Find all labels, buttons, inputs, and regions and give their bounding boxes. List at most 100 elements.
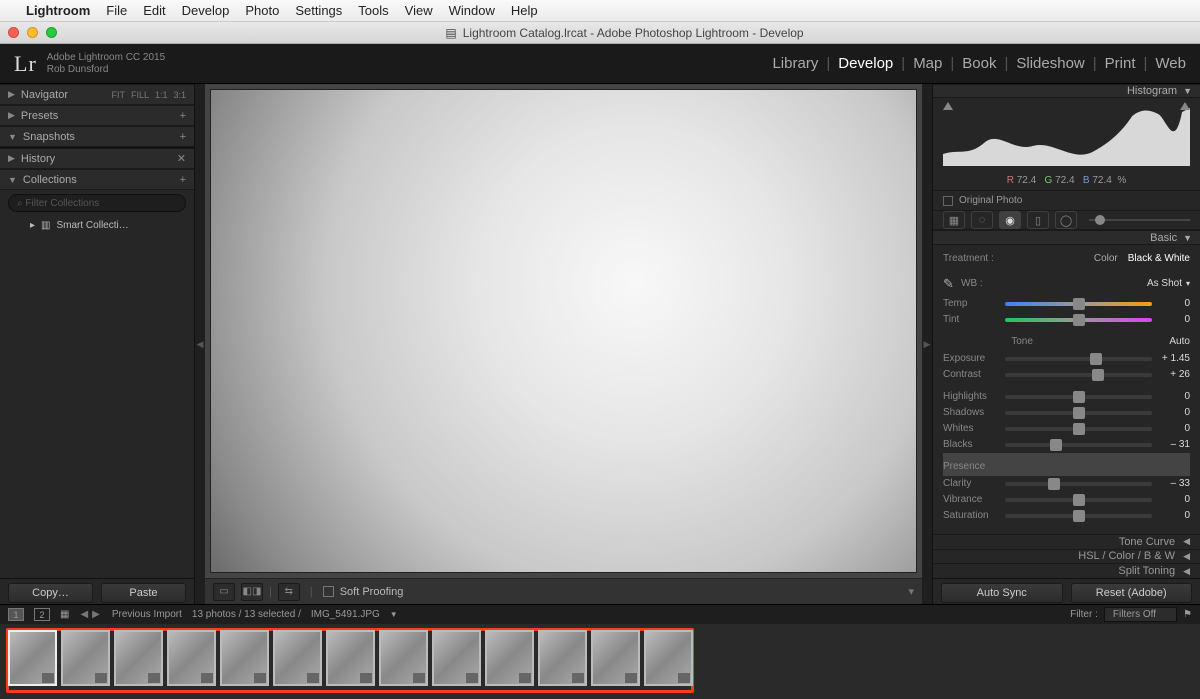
vibrance-slider[interactable]: Vibrance0 (943, 492, 1190, 508)
clarity-slider[interactable]: Clarity– 33 (943, 476, 1190, 492)
thumbnail[interactable] (538, 630, 587, 686)
toolbar-chevron-icon[interactable]: ▾ (908, 585, 914, 598)
basic-header[interactable]: Basic ▼ (933, 230, 1200, 244)
auto-tone-button[interactable]: Auto (1169, 336, 1190, 347)
brush-size-slider[interactable] (1089, 219, 1190, 221)
thumbnail[interactable] (485, 630, 534, 686)
menu-help[interactable]: Help (511, 3, 538, 18)
secondary-screen-button[interactable]: 2 (34, 608, 50, 621)
redeye-tool-icon[interactable]: ◉ (999, 211, 1021, 229)
collections-search[interactable]: ⌕ Filter Collections (8, 194, 186, 212)
tint-slider[interactable]: Tint 0 (943, 312, 1190, 328)
paste-button[interactable]: Paste (101, 583, 186, 603)
minimize-window-icon[interactable] (27, 27, 38, 38)
thumbnail[interactable] (379, 630, 428, 686)
add-icon[interactable]: + (180, 110, 186, 122)
clear-icon[interactable]: ✕ (177, 152, 186, 165)
original-photo-checkbox[interactable] (943, 196, 953, 206)
presets-header[interactable]: ▶ Presets + (0, 105, 194, 126)
shadows-slider[interactable]: Shadows0 (943, 405, 1190, 421)
zoom-fit[interactable]: FIT (111, 90, 125, 100)
wb-preset-select[interactable]: As Shot▾ (1147, 278, 1190, 289)
image-canvas[interactable] (211, 90, 916, 572)
shadow-clip-icon[interactable] (943, 102, 953, 110)
module-library[interactable]: Library (772, 55, 818, 72)
saturation-slider[interactable]: Saturation0 (943, 508, 1190, 524)
filmstrip[interactable] (0, 624, 1200, 699)
filter-select[interactable]: Filters Off (1104, 607, 1177, 622)
history-header[interactable]: ▶ History ✕ (0, 148, 194, 169)
menu-develop[interactable]: Develop (182, 3, 230, 18)
module-map[interactable]: Map (913, 55, 942, 72)
smart-collections-item[interactable]: ▸ ▥ Smart Collecti… (0, 216, 194, 235)
auto-sync-button[interactable]: Auto Sync (941, 583, 1063, 603)
wb-eyedropper-icon[interactable]: ✎ (943, 276, 961, 292)
breadcrumb-chevron-icon[interactable]: ▼ (390, 610, 398, 619)
left-panel-toggle[interactable]: ◀ (195, 84, 205, 604)
navigator-header[interactable]: ▶ Navigator FIT FILL 1:1 3:1 (0, 84, 194, 105)
add-icon[interactable]: + (180, 174, 186, 186)
crop-tool-icon[interactable]: ▦ (943, 211, 965, 229)
zoom-3-1[interactable]: 3:1 (173, 90, 186, 100)
back-icon[interactable]: ◀ (80, 609, 88, 620)
add-icon[interactable]: + (180, 131, 186, 143)
thumbnail[interactable] (61, 630, 110, 686)
split-toning-header[interactable]: Split Toning◀ (933, 563, 1200, 578)
menu-tools[interactable]: Tools (358, 3, 388, 18)
menu-view[interactable]: View (405, 3, 433, 18)
thumbnail[interactable] (326, 630, 375, 686)
module-print[interactable]: Print (1105, 55, 1136, 72)
whites-slider[interactable]: Whites0 (943, 421, 1190, 437)
soft-proof-checkbox[interactable] (323, 586, 334, 597)
swap-before-after-icon[interactable]: ⇆ (278, 583, 300, 601)
exposure-slider[interactable]: Exposure+ 1.45 (943, 351, 1190, 367)
blacks-slider[interactable]: Blacks– 31 (943, 437, 1190, 453)
menu-file[interactable]: File (106, 3, 127, 18)
module-web[interactable]: Web (1155, 55, 1186, 72)
app-menu[interactable]: Lightroom (26, 3, 90, 18)
treatment-color[interactable]: Color (1094, 253, 1118, 264)
spot-removal-icon[interactable]: ◌ (971, 211, 993, 229)
menu-settings[interactable]: Settings (295, 3, 342, 18)
close-window-icon[interactable] (8, 27, 19, 38)
collections-header[interactable]: ▼ Collections + (0, 169, 194, 190)
zoom-fill[interactable]: FILL (131, 90, 149, 100)
thumbnail[interactable] (591, 630, 640, 686)
highlights-slider[interactable]: Highlights0 (943, 389, 1190, 405)
forward-icon[interactable]: ▶ (92, 609, 100, 620)
gradient-filter-icon[interactable]: ▯ (1027, 211, 1049, 229)
module-develop[interactable]: Develop (838, 55, 893, 72)
thumbnail[interactable] (114, 630, 163, 686)
loupe-view-icon[interactable]: ▭ (213, 583, 235, 601)
thumbnail[interactable] (8, 630, 57, 686)
thumbnail[interactable] (167, 630, 216, 686)
before-after-icon[interactable]: ◧◨ (241, 583, 263, 601)
grid-view-icon[interactable]: ▦ (60, 609, 68, 620)
thumbnail[interactable] (644, 630, 693, 686)
tone-curve-header[interactable]: Tone Curve◀ (933, 534, 1200, 549)
maximize-window-icon[interactable] (46, 27, 57, 38)
copy-button[interactable]: Copy… (8, 583, 93, 603)
radial-filter-icon[interactable]: ◯ (1055, 211, 1077, 229)
temp-slider[interactable]: Temp 0 (943, 296, 1190, 312)
histogram-panel[interactable] (933, 98, 1200, 171)
module-book[interactable]: Book (962, 55, 996, 72)
contrast-slider[interactable]: Contrast+ 26 (943, 367, 1190, 383)
hsl-header[interactable]: HSL / Color / B & W◀ (933, 549, 1200, 564)
menu-photo[interactable]: Photo (245, 3, 279, 18)
menu-edit[interactable]: Edit (143, 3, 165, 18)
menu-window[interactable]: Window (449, 3, 495, 18)
thumbnail[interactable] (432, 630, 481, 686)
primary-screen-button[interactable]: 1 (8, 608, 24, 621)
source-label[interactable]: Previous Import (112, 609, 182, 620)
right-panel-toggle[interactable]: ▶ (922, 84, 932, 604)
zoom-1-1[interactable]: 1:1 (155, 90, 168, 100)
treatment-bw[interactable]: Black & White (1128, 253, 1190, 264)
filter-lock-icon[interactable]: ⚑ (1183, 609, 1192, 620)
thumbnail[interactable] (273, 630, 322, 686)
snapshots-header[interactable]: ▼ Snapshots + (0, 126, 194, 147)
thumbnail[interactable] (220, 630, 269, 686)
reset-button[interactable]: Reset (Adobe) (1071, 583, 1193, 603)
histogram-header[interactable]: Histogram ▼ (933, 84, 1200, 98)
highlight-clip-icon[interactable] (1180, 102, 1190, 110)
